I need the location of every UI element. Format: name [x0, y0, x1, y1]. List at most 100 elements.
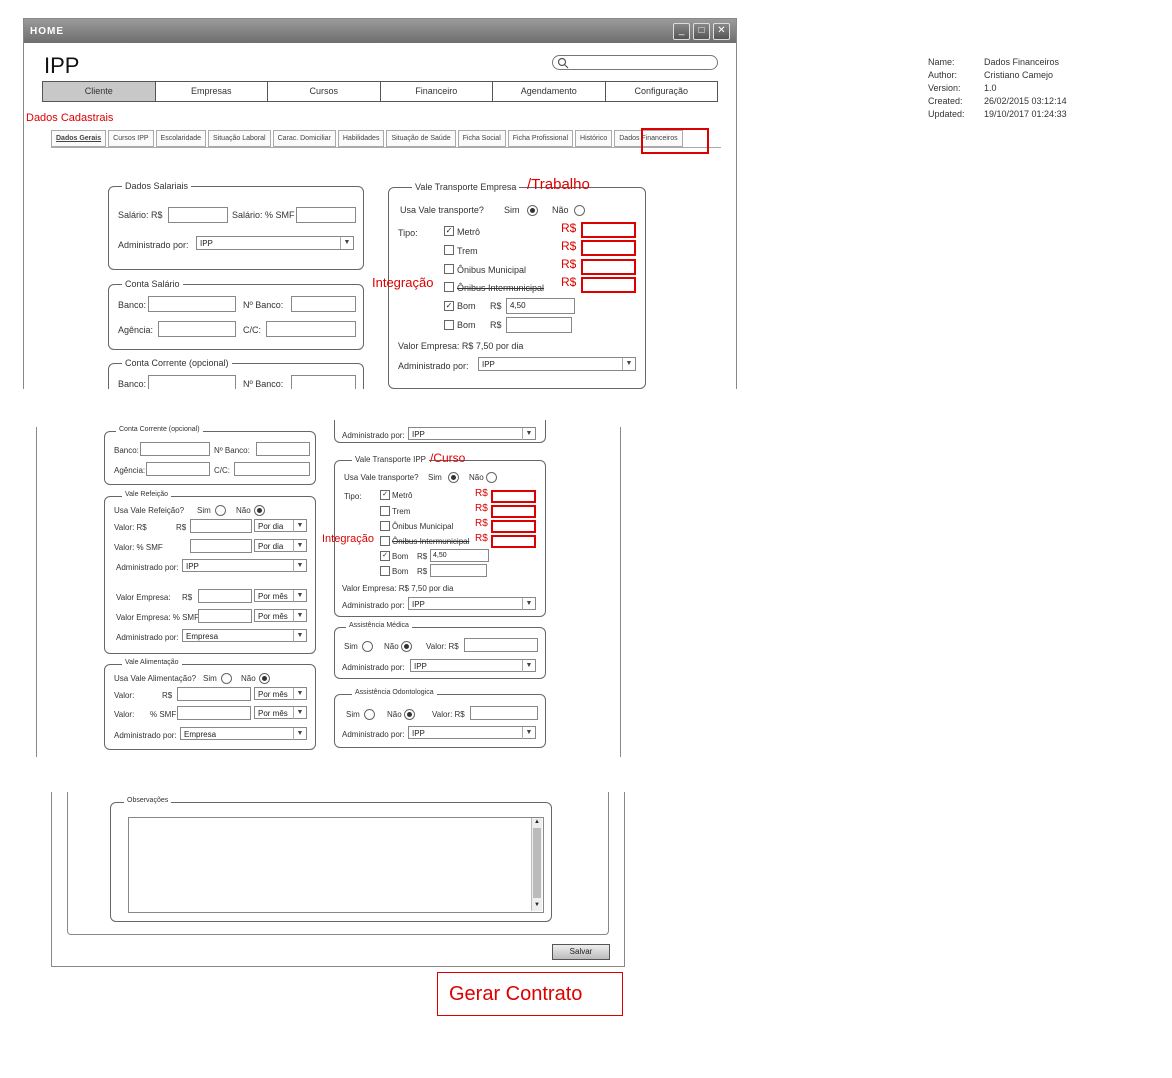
vr-administrado-por-value: IPP: [186, 562, 199, 571]
vti-nao-radio[interactable]: [486, 472, 497, 483]
ao-administrado-por-select[interactable]: IPP ▼: [408, 726, 536, 739]
ao-sim-radio[interactable]: [364, 709, 375, 720]
meta-updated-value: 19/10/2017 01:24:33: [984, 109, 1067, 119]
vr-valor-empresa-smf-input[interactable]: [198, 609, 252, 623]
ao-valor-input[interactable]: [470, 706, 538, 720]
mid-cc-label: C/C:: [214, 466, 230, 475]
tab-escolaridade[interactable]: Escolaridade: [155, 130, 207, 147]
cc-banco-input[interactable]: [148, 375, 236, 389]
vti-bom2-value-input[interactable]: [430, 564, 487, 577]
nav-cliente[interactable]: Cliente: [43, 82, 156, 101]
vti-bom2-checkbox[interactable]: [380, 566, 390, 576]
vti-trem-rs-annotation: R$: [475, 503, 488, 514]
onibus-mun-rs-box: [581, 259, 636, 275]
vr-periodo4-select[interactable]: Por mês ▼: [254, 609, 307, 622]
nav-cursos[interactable]: Cursos: [268, 82, 381, 101]
banco-input[interactable]: [148, 296, 236, 312]
n-banco-input[interactable]: [291, 296, 356, 312]
maximize-icon[interactable]: □: [693, 23, 710, 40]
va-sim-radio[interactable]: [221, 673, 232, 684]
mid-cc-input[interactable]: [234, 462, 310, 476]
observacoes-textarea[interactable]: [128, 817, 544, 913]
tab-cursos-ipp[interactable]: Cursos IPP: [108, 130, 154, 147]
bom2-checkbox[interactable]: [444, 320, 454, 330]
agencia-input[interactable]: [158, 321, 236, 337]
va-periodo-select[interactable]: Por mês ▼: [254, 687, 307, 700]
mid-administrado-por-select[interactable]: IPP ▼: [408, 427, 536, 440]
search-input[interactable]: [552, 55, 718, 70]
observacoes-scrollbar[interactable]: ▲ ▼: [531, 818, 542, 911]
scroll-up-icon[interactable]: ▲: [532, 818, 542, 827]
scroll-thumb[interactable]: [533, 828, 541, 898]
mid-agencia-input[interactable]: [146, 462, 210, 476]
mid-banco-input[interactable]: [140, 442, 210, 456]
close-icon[interactable]: ✕: [713, 23, 730, 40]
tab-habilidades[interactable]: Habilidades: [337, 130, 385, 147]
gerar-contrato-box[interactable]: Gerar Contrato: [437, 972, 623, 1016]
nav-configuracao[interactable]: Configuração: [605, 82, 717, 101]
trem-checkbox[interactable]: [444, 245, 454, 255]
cc-n-banco-input[interactable]: [291, 375, 356, 389]
vr-periodo2-value: Por dia: [258, 542, 284, 551]
nav-financeiro[interactable]: Financeiro: [380, 82, 493, 101]
vt-administrado-por-select[interactable]: IPP ▼: [478, 357, 636, 371]
vti-metro-checkbox[interactable]: ✓: [380, 490, 390, 500]
vt-nao-radio[interactable]: [574, 205, 585, 216]
tab-situacao-saude[interactable]: Situação de Saúde: [386, 130, 456, 147]
vr-administrado-por2-value: Empresa: [186, 632, 219, 641]
vr-sim-radio[interactable]: [215, 505, 226, 516]
salario-smf-input[interactable]: [296, 207, 356, 223]
vr-valor-smf-input[interactable]: [190, 539, 252, 553]
vti-onibus-int-checkbox[interactable]: [380, 536, 390, 546]
metro-checkbox[interactable]: ✓: [444, 226, 454, 236]
administrado-por-select[interactable]: IPP ▼: [196, 236, 354, 250]
vr-periodo3-select[interactable]: Por mês ▼: [254, 589, 307, 602]
salario-rs-input[interactable]: [168, 207, 228, 223]
mid-n-banco-input[interactable]: [256, 442, 310, 456]
tab-dados-gerais[interactable]: Dados Gerais: [51, 130, 107, 147]
am-sim-radio[interactable]: [362, 641, 373, 652]
bom1-value-input[interactable]: 4,50: [506, 298, 575, 314]
va-periodo2-select[interactable]: Por mês ▼: [254, 706, 307, 719]
cc-input[interactable]: [266, 321, 356, 337]
bom2-value-input[interactable]: [506, 317, 572, 333]
am-nao-radio[interactable]: [401, 641, 412, 652]
vti-sim-radio[interactable]: [448, 472, 459, 483]
vti-trem-checkbox[interactable]: [380, 506, 390, 516]
vr-periodo2-select[interactable]: Por dia ▼: [254, 539, 307, 552]
vti-bom1-value-input[interactable]: 4,50: [430, 549, 489, 562]
vti-onibus-mun-checkbox[interactable]: [380, 521, 390, 531]
conta-salario-legend: Conta Salário: [122, 279, 183, 289]
salvar-button[interactable]: Salvar: [552, 944, 610, 960]
nav-empresas[interactable]: Empresas: [155, 82, 268, 101]
va-valor-input[interactable]: [177, 687, 251, 701]
bom1-checkbox[interactable]: ✓: [444, 301, 454, 311]
va-administrado-por-select[interactable]: Empresa ▼: [180, 727, 307, 740]
tab-situacao-laboral[interactable]: Situação Laboral: [208, 130, 271, 147]
onibus-intermunicipal-checkbox[interactable]: [444, 282, 454, 292]
vr-valor-rs-input[interactable]: [190, 519, 252, 533]
vr-administrado-por-select[interactable]: IPP ▼: [182, 559, 307, 572]
main-window: HOME _ □ ✕ IPP Cliente Empresas Cursos F…: [23, 18, 737, 389]
onibus-municipal-checkbox[interactable]: [444, 264, 454, 274]
vr-periodo-select[interactable]: Por dia ▼: [254, 519, 307, 532]
am-valor-input[interactable]: [464, 638, 538, 652]
valor-empresa-label: Valor Empresa: R$ 7,50 por dia: [398, 341, 524, 351]
vr-valor-empresa-input[interactable]: [198, 589, 252, 603]
vt-sim-radio[interactable]: [527, 205, 538, 216]
vr-nao-radio[interactable]: [254, 505, 265, 516]
ao-nao-radio[interactable]: [404, 709, 415, 720]
scroll-down-icon[interactable]: ▼: [532, 901, 542, 910]
vti-bom1-checkbox[interactable]: ✓: [380, 551, 390, 561]
tab-ficha-social[interactable]: Ficha Social: [457, 130, 506, 147]
vr-administrado-por2-select[interactable]: Empresa ▼: [182, 629, 307, 642]
va-valor-smf-input[interactable]: [177, 706, 251, 720]
tab-historico[interactable]: Histórico: [575, 130, 613, 147]
nav-agendamento[interactable]: Agendamento: [493, 82, 606, 101]
tab-ficha-profissional[interactable]: Ficha Profissional: [507, 130, 574, 147]
va-nao-radio[interactable]: [259, 673, 270, 684]
am-administrado-por-select[interactable]: IPP ▼: [410, 659, 536, 672]
minimize-icon[interactable]: _: [673, 23, 690, 40]
vti-administrado-por-select[interactable]: IPP ▼: [408, 597, 536, 610]
tab-carac-domiciliar[interactable]: Carac. Domiciliar: [272, 130, 336, 147]
